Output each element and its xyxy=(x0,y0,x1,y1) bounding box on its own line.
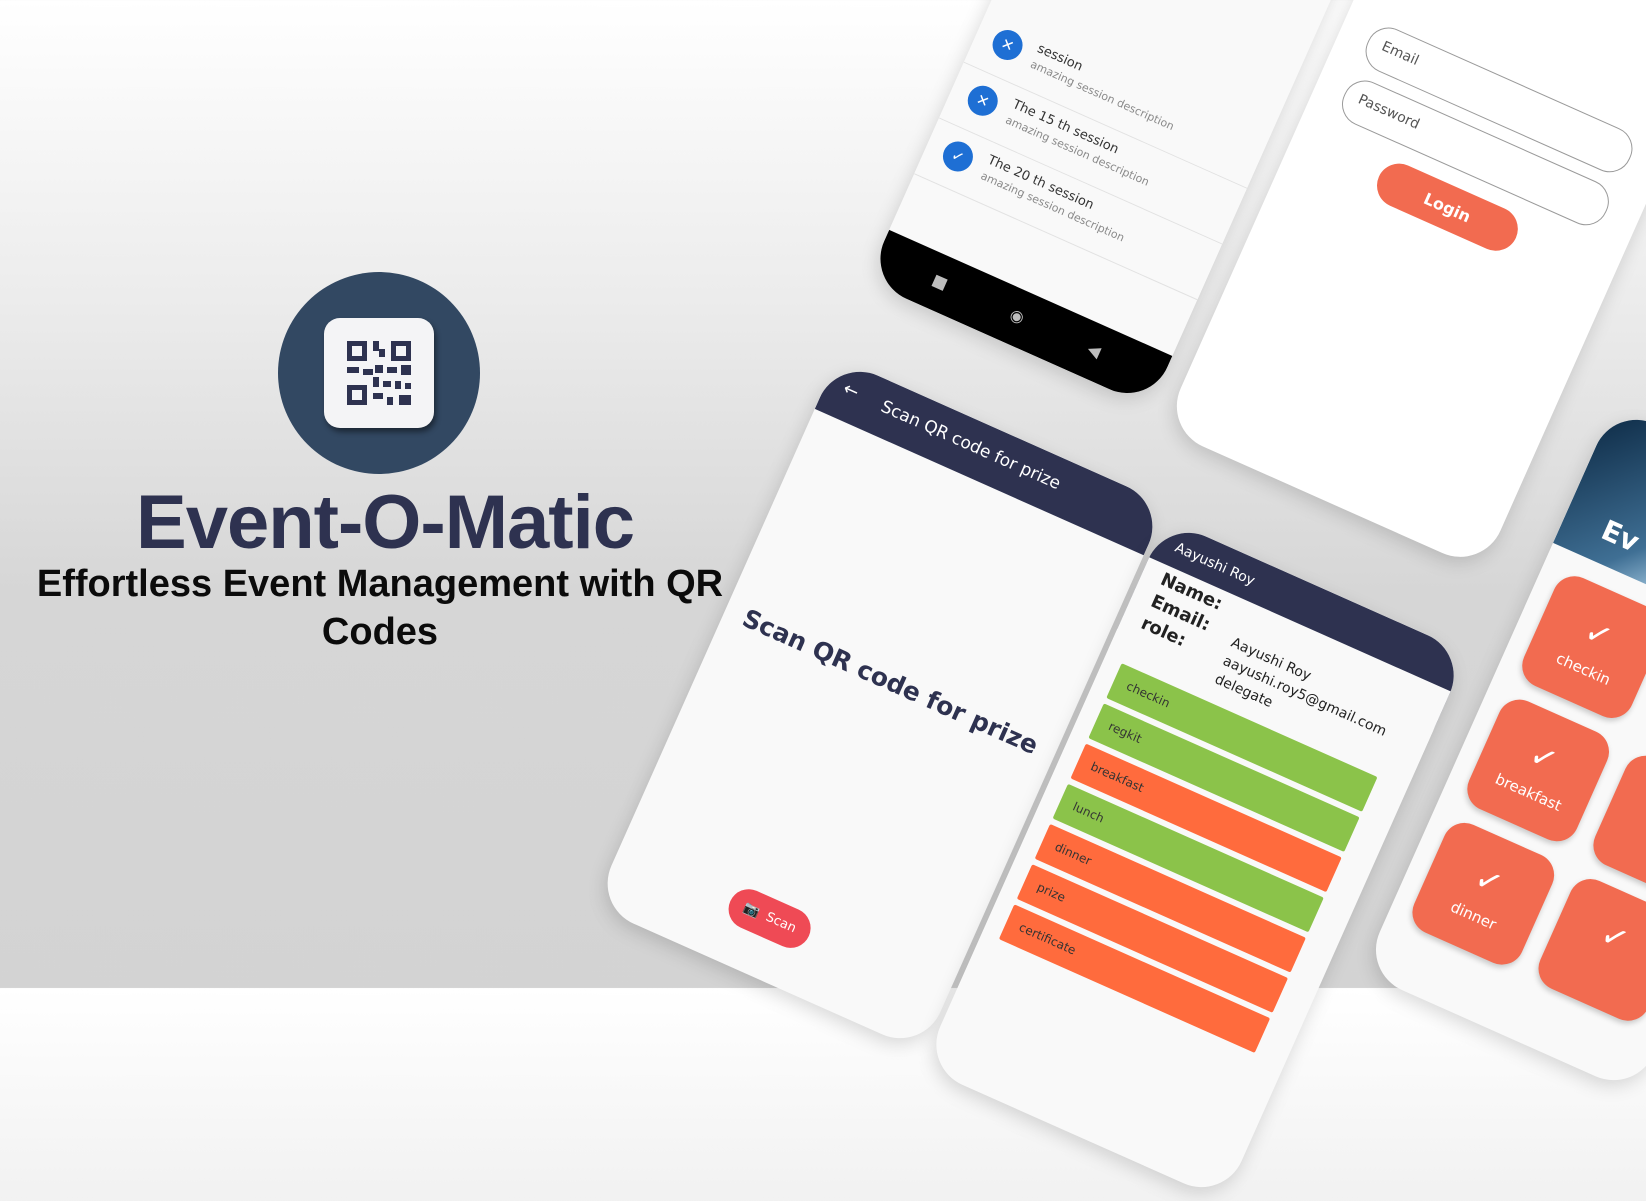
check-icon: ✓ xyxy=(938,136,978,177)
event-banner-title: Ev xyxy=(1596,513,1645,559)
status-label: checkin xyxy=(1124,678,1173,711)
email-placeholder: Email xyxy=(1379,38,1422,69)
camera-icon: 📷 xyxy=(741,899,763,921)
tile-more[interactable]: ✓ xyxy=(1531,872,1646,1028)
password-placeholder: Password xyxy=(1355,91,1422,133)
app-title: Event-O-Matic xyxy=(136,480,635,565)
recents-icon[interactable]: ■ xyxy=(929,270,951,294)
app-tagline: Effortless Event Management with QR Code… xyxy=(36,563,724,653)
scan-instruction: Scan QR code for prize xyxy=(738,603,1043,761)
close-icon: ✕ xyxy=(962,80,1003,121)
tile-label: lu xyxy=(1597,816,1646,880)
qr-code-icon xyxy=(324,318,434,428)
scan-button-label: Scan xyxy=(763,909,799,937)
tile-checkin[interactable]: ✓ checkin xyxy=(1515,569,1646,726)
status-label: breakfast xyxy=(1088,759,1146,796)
status-label: certificate xyxy=(1016,920,1078,958)
back-icon[interactable]: ◀ xyxy=(1085,339,1104,361)
tile-breakfast[interactable]: ✓ breakfast xyxy=(1460,692,1617,849)
app-bar-title: Scan QR code for prize xyxy=(877,396,1064,495)
app-logo xyxy=(278,272,480,474)
tile-dinner[interactable]: ✓ dinner xyxy=(1405,815,1562,972)
check-icon: ✓ xyxy=(1595,914,1636,960)
status-label: lunch xyxy=(1070,799,1107,826)
home-icon[interactable]: ◉ xyxy=(1007,304,1027,327)
close-icon: ✕ xyxy=(987,25,1028,65)
status-label: dinner xyxy=(1052,839,1094,869)
login-top-bar xyxy=(1406,0,1646,23)
back-arrow-icon[interactable]: ← xyxy=(840,378,862,403)
status-label: regkit xyxy=(1106,719,1144,747)
scan-button[interactable]: 📷Scan xyxy=(722,882,818,955)
status-label: prize xyxy=(1034,879,1068,905)
